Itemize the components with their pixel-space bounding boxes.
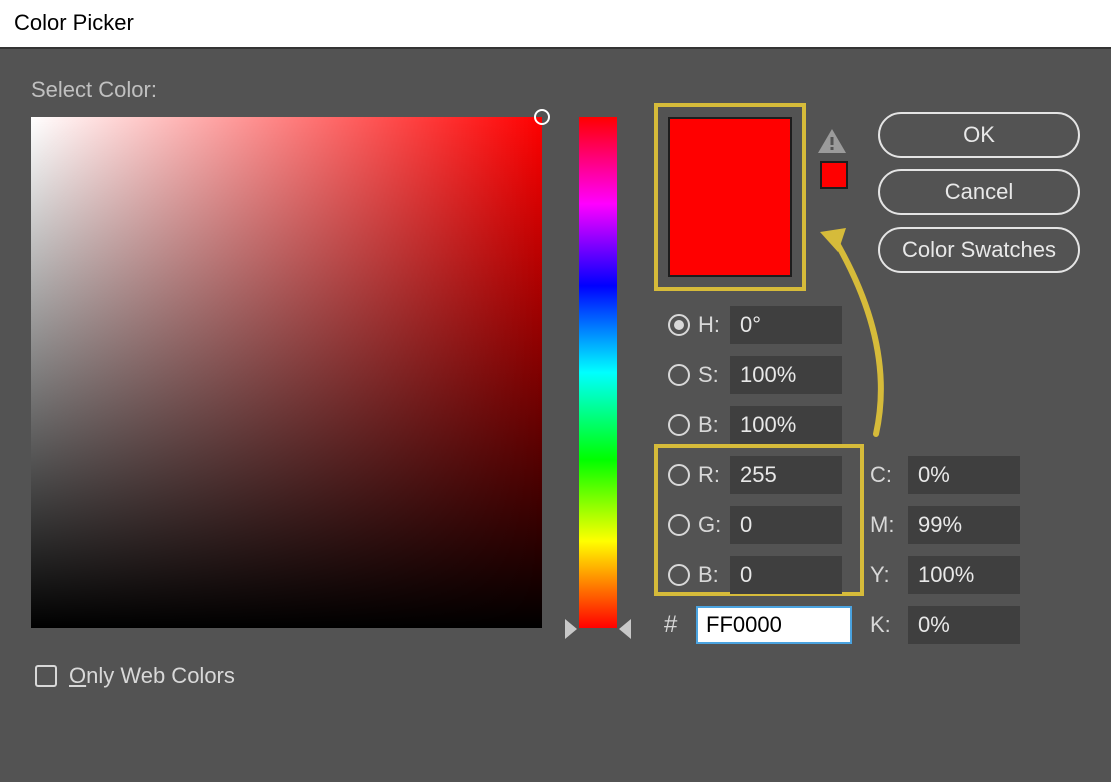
green-input[interactable] — [730, 506, 842, 544]
saturation-radio[interactable] — [668, 364, 690, 386]
hex-hash-label: # — [664, 611, 688, 639]
hue-label: H: — [698, 312, 722, 338]
green-row: G: — [668, 506, 842, 544]
saturation-label: S: — [698, 362, 722, 388]
black-label: K: — [870, 612, 900, 638]
blue-radio[interactable] — [668, 564, 690, 586]
red-label: R: — [698, 462, 722, 488]
blue-row: B: — [668, 556, 842, 594]
black-row: K: — [870, 606, 1020, 644]
hue-slider-handle-left[interactable] — [565, 619, 577, 639]
red-row: R: — [668, 456, 842, 494]
yellow-row: Y: — [870, 556, 1020, 594]
brightness-input[interactable] — [730, 406, 842, 444]
brightness-radio[interactable] — [668, 414, 690, 436]
color-preview-highlight — [654, 103, 806, 291]
hex-row: # — [664, 606, 852, 644]
cyan-input[interactable] — [908, 456, 1020, 494]
color-field-cursor[interactable] — [534, 109, 550, 125]
color-swatches-button[interactable]: Color Swatches — [878, 227, 1080, 273]
select-color-label: Select Color: — [31, 77, 157, 103]
cancel-button[interactable]: Cancel — [878, 169, 1080, 215]
only-web-colors-label: Only Web Colors — [69, 663, 235, 689]
hue-slider-handle-right[interactable] — [619, 619, 631, 639]
color-picker-dialog: Select Color: OK Cancel Color Swatches H… — [0, 47, 1111, 782]
black-input[interactable] — [908, 606, 1020, 644]
blue-input[interactable] — [730, 556, 842, 594]
green-radio[interactable] — [668, 514, 690, 536]
hex-input[interactable] — [696, 606, 852, 644]
cyan-label: C: — [870, 462, 900, 488]
only-web-colors-row[interactable]: Only Web Colors — [35, 663, 235, 689]
saturation-input[interactable] — [730, 356, 842, 394]
hue-slider[interactable] — [579, 117, 617, 628]
green-label: G: — [698, 512, 722, 538]
color-preview[interactable] — [668, 117, 792, 277]
hue-row: H: — [668, 306, 842, 344]
magenta-label: M: — [870, 512, 900, 538]
blue-label: B: — [698, 562, 722, 588]
only-web-colors-checkbox[interactable] — [35, 665, 57, 687]
ok-button[interactable]: OK — [878, 112, 1080, 158]
gamut-safe-swatch[interactable] — [820, 161, 848, 189]
yellow-input[interactable] — [908, 556, 1020, 594]
saturation-brightness-field[interactable] — [31, 117, 542, 628]
cyan-row: C: — [870, 456, 1020, 494]
magenta-input[interactable] — [908, 506, 1020, 544]
red-radio[interactable] — [668, 464, 690, 486]
magenta-row: M: — [870, 506, 1020, 544]
brightness-row: B: — [668, 406, 842, 444]
saturation-row: S: — [668, 356, 842, 394]
hue-input[interactable] — [730, 306, 842, 344]
gamut-warning-icon[interactable] — [816, 127, 848, 160]
window-title: Color Picker — [0, 0, 1111, 47]
hue-radio[interactable] — [668, 314, 690, 336]
red-input[interactable] — [730, 456, 842, 494]
brightness-label: B: — [698, 412, 722, 438]
yellow-label: Y: — [870, 562, 900, 588]
